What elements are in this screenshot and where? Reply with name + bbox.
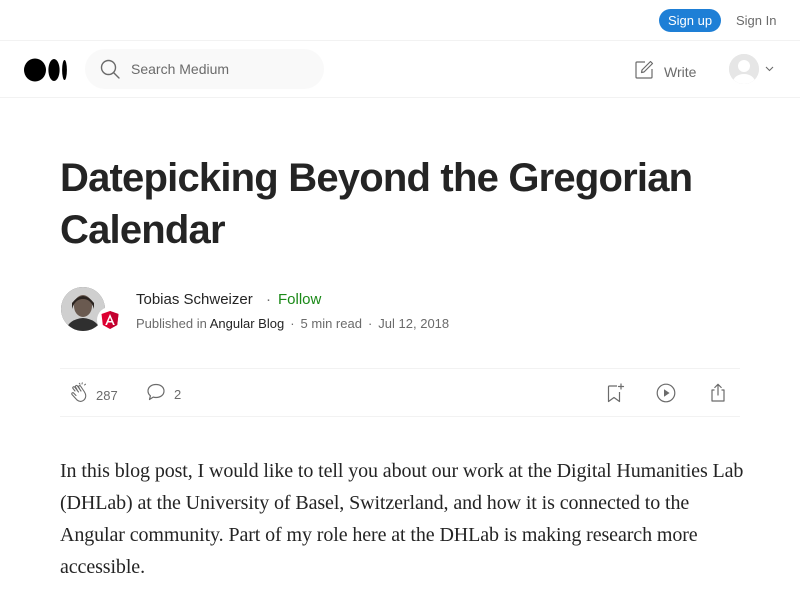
- clap-count: 287: [96, 388, 118, 403]
- sign-in-link[interactable]: Sign In: [736, 13, 776, 28]
- write-icon: [633, 59, 664, 84]
- sign-up-button[interactable]: Sign up: [659, 9, 721, 32]
- search-icon: [99, 58, 121, 80]
- published-in-label: Published in: [136, 316, 207, 331]
- medium-logo-icon[interactable]: [24, 58, 68, 82]
- response-count: 2: [174, 387, 182, 402]
- play-icon: [655, 383, 677, 408]
- user-menu-button[interactable]: [729, 54, 774, 84]
- publish-date: Jul 12, 2018: [378, 316, 450, 331]
- bookmark-button[interactable]: [604, 382, 626, 409]
- top-bar: Sign up Sign In: [0, 0, 800, 41]
- nav-bar: Write: [0, 41, 800, 98]
- separator-dot: ·: [367, 316, 373, 331]
- publication-link[interactable]: Angular Blog: [210, 316, 284, 331]
- author-name-link[interactable]: Tobias Schweizer: [136, 291, 253, 308]
- write-button[interactable]: Write: [633, 59, 696, 84]
- article-title: Datepicking Beyond the Gregorian Calenda…: [60, 156, 693, 252]
- share-icon: [707, 383, 729, 408]
- angular-logo-icon[interactable]: [97, 307, 123, 333]
- bookmark-add-icon: [604, 383, 626, 408]
- share-button[interactable]: [707, 382, 729, 409]
- search-input[interactable]: [131, 61, 301, 77]
- clap-icon: [69, 382, 91, 409]
- follow-button[interactable]: Follow: [278, 291, 321, 308]
- article-action-bar: 287 2: [60, 368, 740, 417]
- chevron-down-icon: [765, 60, 774, 78]
- responses-button[interactable]: 2: [146, 382, 181, 407]
- clap-button[interactable]: 287: [69, 382, 118, 409]
- avatar: [729, 54, 759, 84]
- search-bar[interactable]: [85, 49, 324, 89]
- write-label: Write: [664, 63, 697, 80]
- publication-info: Published in Angular Blog · 5 min read · Jul…: [136, 316, 449, 331]
- separator-dot: ·: [266, 291, 271, 308]
- comment-icon: [146, 382, 166, 407]
- read-time: 5 min read: [300, 316, 362, 331]
- listen-button[interactable]: [655, 382, 677, 409]
- article-paragraph: In this blog post, I would like to tell …: [60, 460, 744, 578]
- separator-dot: ·: [290, 316, 295, 331]
